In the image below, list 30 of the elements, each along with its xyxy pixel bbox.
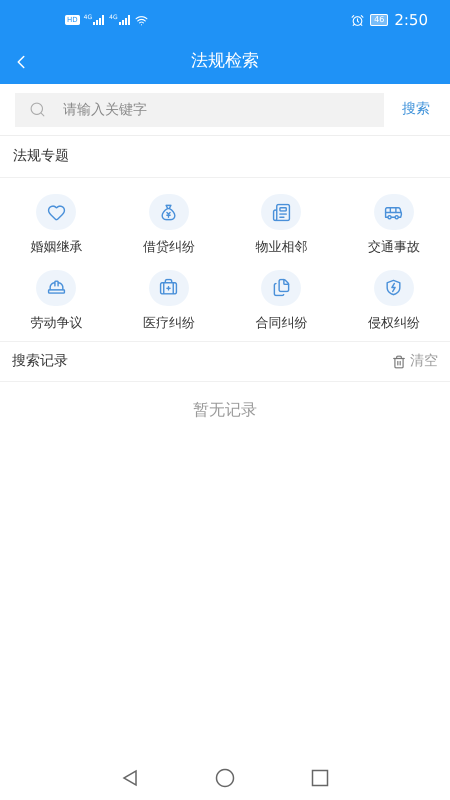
money-bag-icon [148,194,189,230]
topic-item[interactable]: 交通事故 [338,194,450,258]
topic-item[interactable]: 婚姻继承 [0,194,112,258]
helmet-icon [36,270,76,306]
recents-nav-icon[interactable] [311,769,329,787]
trash-icon [392,354,406,368]
topic-item[interactable]: 物业相邻 [225,194,338,258]
section-title: 法规专题 [13,147,69,166]
home-nav-icon[interactable] [215,768,235,788]
topic-item[interactable]: 借贷纠纷 [112,194,225,258]
wifi-icon [134,14,148,26]
topic-item[interactable]: 医疗纠纷 [112,270,225,333]
battery-icon: 46 [370,14,388,26]
status-time: 2:50 [394,10,428,31]
bus-icon [374,194,414,230]
signal-icon [118,15,131,25]
shield-icon [374,270,414,306]
empty-message: 暂无记录 [193,399,257,421]
search-icon [29,100,46,118]
alarm-icon [351,14,364,26]
medical-kit-icon [148,270,189,306]
document-icon [261,270,302,306]
topic-item[interactable]: 侵权纠纷 [338,270,450,333]
search-field[interactable]: 请输入关键字 [15,92,384,126]
section-title: 搜索记录 [12,352,68,371]
page-title: 法规检索 [191,50,259,74]
topic-item[interactable]: 合同纠纷 [225,270,338,333]
signal-icon [93,15,106,25]
topic-item[interactable]: 劳动争议 [0,270,112,333]
back-nav-icon[interactable] [121,769,139,787]
